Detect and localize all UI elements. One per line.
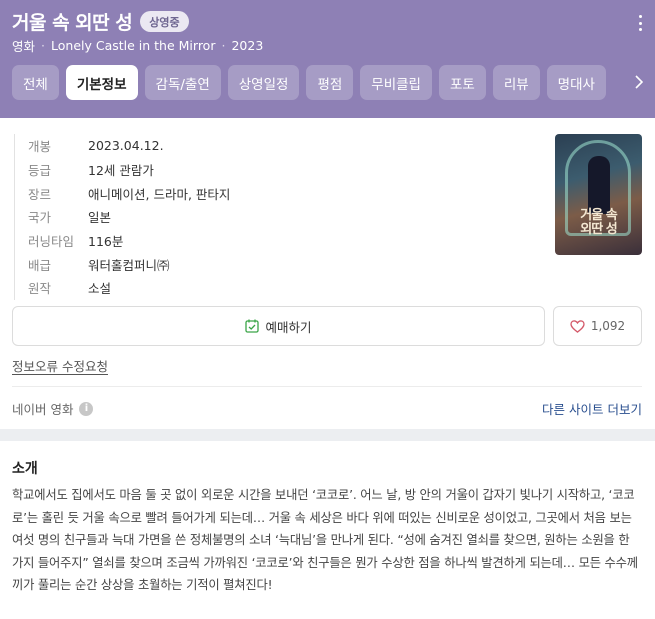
info-key: 배급: [28, 257, 52, 273]
info-key: 장르: [28, 186, 52, 202]
info-row: 배급 워터홀컴퍼니㈜: [28, 252, 230, 276]
divider: [12, 386, 642, 387]
heart-icon: [570, 319, 585, 333]
info-value: 12세 관람가: [88, 163, 154, 179]
source-row: 네이버 영화 i 다른 사이트 더보기: [12, 399, 642, 418]
movie-poster[interactable]: 거울 속 외딴 성: [555, 134, 642, 255]
info-value: 116분: [88, 234, 124, 250]
title-row: 거울 속 외딴 성 상영중: [12, 8, 189, 35]
info-row: 개봉 2023.04.12.: [28, 134, 230, 158]
reserve-button[interactable]: 예매하기: [12, 306, 545, 346]
tab-bar: 전체 기본정보 감독/출연 상영일정 평점 무비클립 포토 리뷰 명대사: [12, 65, 613, 100]
tab-review[interactable]: 리뷰: [492, 65, 540, 100]
release-year: 2023: [231, 38, 264, 53]
info-row: 러닝타임 116분: [28, 229, 230, 253]
info-key: 개봉: [28, 139, 52, 155]
like-button[interactable]: 1,092: [553, 306, 642, 346]
report-error-link[interactable]: 정보오류 수정요청: [12, 356, 108, 375]
info-row: 등급 12세 관람가: [28, 158, 230, 182]
tab-photo[interactable]: 포토: [438, 65, 486, 100]
category-label: 영화: [12, 39, 36, 54]
movie-title: 거울 속 외딴 성: [12, 12, 133, 34]
tab-schedule[interactable]: 상영일정: [227, 65, 300, 100]
action-row: 예매하기 1,092: [12, 306, 642, 346]
tab-director-cast[interactable]: 감독/출연: [144, 65, 221, 100]
basic-info-card: 개봉 2023.04.12. 등급 12세 관람가 장르 애니메이션, 드라마, 판타…: [0, 118, 655, 429]
info-icon[interactable]: i: [79, 401, 94, 416]
info-row: 원작 소설: [28, 276, 230, 300]
like-count: 1,092: [590, 319, 626, 333]
calendar-check-icon: [245, 319, 260, 333]
info-value: 애니메이션, 드라마, 판타지: [88, 186, 231, 202]
separator: ·: [41, 38, 45, 53]
info-value: 워터홀컴퍼니㈜: [88, 257, 170, 273]
info-key: 원작: [28, 281, 52, 297]
poster-title-line: 외딴 성: [580, 222, 617, 237]
intro-card: 소개 학교에서도 집에서도 마음 둘 곳 없이 외로운 시간을 보내던 ‘코코로…: [0, 441, 655, 619]
poster-figure: [588, 156, 610, 214]
movie-header: 거울 속 외딴 성 상영중 영화 · Lonely Castle in the …: [0, 0, 655, 118]
info-value: 2023.04.12.: [88, 138, 164, 154]
other-sites-link[interactable]: 다른 사이트 더보기: [542, 399, 642, 418]
info-row: 장르 애니메이션, 드라마, 판타지: [28, 181, 230, 205]
movie-subtitle: 영화 · Lonely Castle in the Mirror · 2023: [12, 36, 263, 55]
status-badge: 상영중: [140, 11, 189, 32]
poster-title: 거울 속 외딴 성: [555, 209, 642, 237]
info-value: 소설: [88, 281, 112, 297]
info-key: 러닝타임: [28, 234, 75, 250]
more-options-icon[interactable]: [633, 14, 647, 32]
chevron-right-icon[interactable]: [629, 71, 649, 93]
info-list: 개봉 2023.04.12. 등급 12세 관람가 장르 애니메이션, 드라마, 판타…: [14, 134, 230, 300]
tab-all[interactable]: 전체: [12, 65, 59, 100]
source-label: 네이버 영화: [12, 402, 74, 417]
intro-text: 학교에서도 집에서도 마음 둘 곳 없이 외로운 시간을 보내던 ‘코코로’. …: [12, 488, 638, 592]
info-row: 국가 일본: [28, 205, 230, 229]
tab-movie-clip[interactable]: 무비클립: [360, 65, 432, 100]
original-title: Lonely Castle in the Mirror: [51, 38, 216, 53]
info-key: 국가: [28, 210, 52, 226]
tab-quotes[interactable]: 명대사: [546, 65, 606, 100]
info-value: 일본: [88, 210, 112, 226]
info-key: 등급: [28, 163, 52, 179]
intro-title: 소개: [12, 461, 38, 477]
poster-title-line: 거울 속: [580, 208, 617, 223]
separator: ·: [221, 38, 226, 53]
reserve-label: 예매하기: [265, 319, 312, 335]
tab-rating[interactable]: 평점: [306, 65, 354, 100]
tab-basic-info[interactable]: 기본정보: [65, 65, 138, 100]
